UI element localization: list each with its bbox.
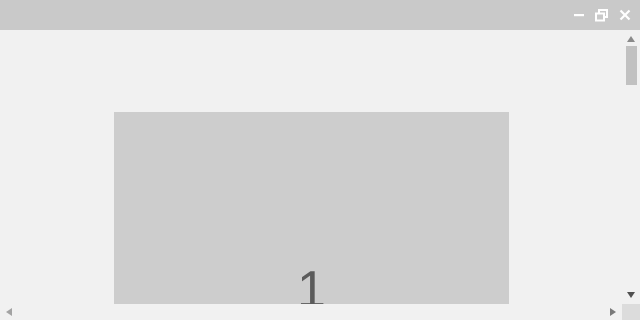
close-icon [619, 9, 630, 21]
arrow-right-icon [610, 308, 616, 316]
minimize-button[interactable] [571, 8, 586, 23]
slide[interactable]: 1 [114, 112, 509, 304]
title-bar [0, 0, 640, 30]
minimize-icon [573, 14, 584, 17]
arrow-down-icon [627, 292, 635, 298]
scroll-left-button[interactable] [2, 304, 16, 320]
window-controls [571, 7, 632, 23]
restore-button[interactable] [594, 8, 609, 23]
scroll-right-button[interactable] [606, 304, 620, 320]
app-window: 1 [0, 0, 640, 320]
restore-icon [595, 8, 608, 21]
scrollbar-corner [622, 304, 640, 320]
vertical-scrollbar[interactable] [622, 30, 640, 304]
scroll-up-button[interactable] [622, 32, 640, 46]
scroll-down-button[interactable] [622, 288, 640, 302]
presentation-canvas: 1 [0, 30, 622, 304]
close-button[interactable] [617, 8, 632, 23]
arrow-up-icon [627, 36, 635, 42]
horizontal-scrollbar[interactable] [0, 304, 622, 320]
vertical-scroll-thumb[interactable] [626, 46, 637, 85]
slide-number: 1 [297, 261, 326, 304]
arrow-left-icon [6, 308, 12, 316]
